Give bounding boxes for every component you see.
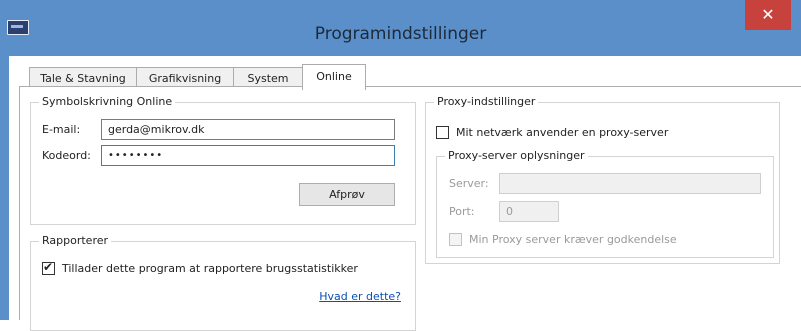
proxy-group: Proxy-indstillinger Mit netværk anvender… xyxy=(425,95,780,264)
dialog-client-area: Tale & Stavning Grafikvisning System Onl… xyxy=(9,56,801,331)
rapporterer-group: Rapporterer Tillader dette program at ra… xyxy=(30,234,416,331)
help-link[interactable]: Hvad er dette? xyxy=(319,290,401,303)
server-field[interactable] xyxy=(499,173,761,194)
password-field[interactable]: •••••••• xyxy=(101,145,395,166)
proxy-details-group: Proxy-server oplysninger Server: Port: 0… xyxy=(436,149,774,258)
proxy-group-label: Proxy-indstillinger xyxy=(434,95,539,108)
email-label: E-mail: xyxy=(42,123,81,136)
test-button[interactable]: Afprøv xyxy=(299,183,395,206)
email-field[interactable]: gerda@mikrov.dk xyxy=(101,119,395,140)
server-label: Server: xyxy=(449,177,489,190)
settings-window: Programindstillinger ✕ Tale & Stavning G… xyxy=(0,0,801,331)
close-button[interactable]: ✕ xyxy=(745,0,791,30)
symbolskrivning-group: Symbolskrivning Online E-mail: gerda@mik… xyxy=(30,95,416,225)
port-label: Port: xyxy=(449,205,475,218)
rapporterer-group-label: Rapporterer xyxy=(39,234,112,247)
proxy-details-label: Proxy-server oplysninger xyxy=(445,149,588,162)
tab-online[interactable]: Online xyxy=(302,64,366,90)
title-bar: Programindstillinger ✕ xyxy=(0,0,801,56)
online-tab-panel: Symbolskrivning Online E-mail: gerda@mik… xyxy=(19,86,801,331)
symbolskrivning-group-label: Symbolskrivning Online xyxy=(39,95,176,108)
use-proxy-checkbox[interactable] xyxy=(436,126,449,139)
allow-stats-checkbox[interactable] xyxy=(42,260,55,275)
password-label: Kodeord: xyxy=(42,149,91,162)
port-field[interactable]: 0 xyxy=(499,201,559,222)
proxy-auth-checkbox[interactable] xyxy=(449,233,462,246)
window-title: Programindstillinger xyxy=(314,24,487,44)
allow-stats-label[interactable]: Tillader dette program at rapportere bru… xyxy=(62,262,358,275)
use-proxy-label[interactable]: Mit netværk anvender en proxy-server xyxy=(456,126,668,139)
proxy-auth-label[interactable]: Min Proxy server kræver godkendelse xyxy=(469,233,677,246)
